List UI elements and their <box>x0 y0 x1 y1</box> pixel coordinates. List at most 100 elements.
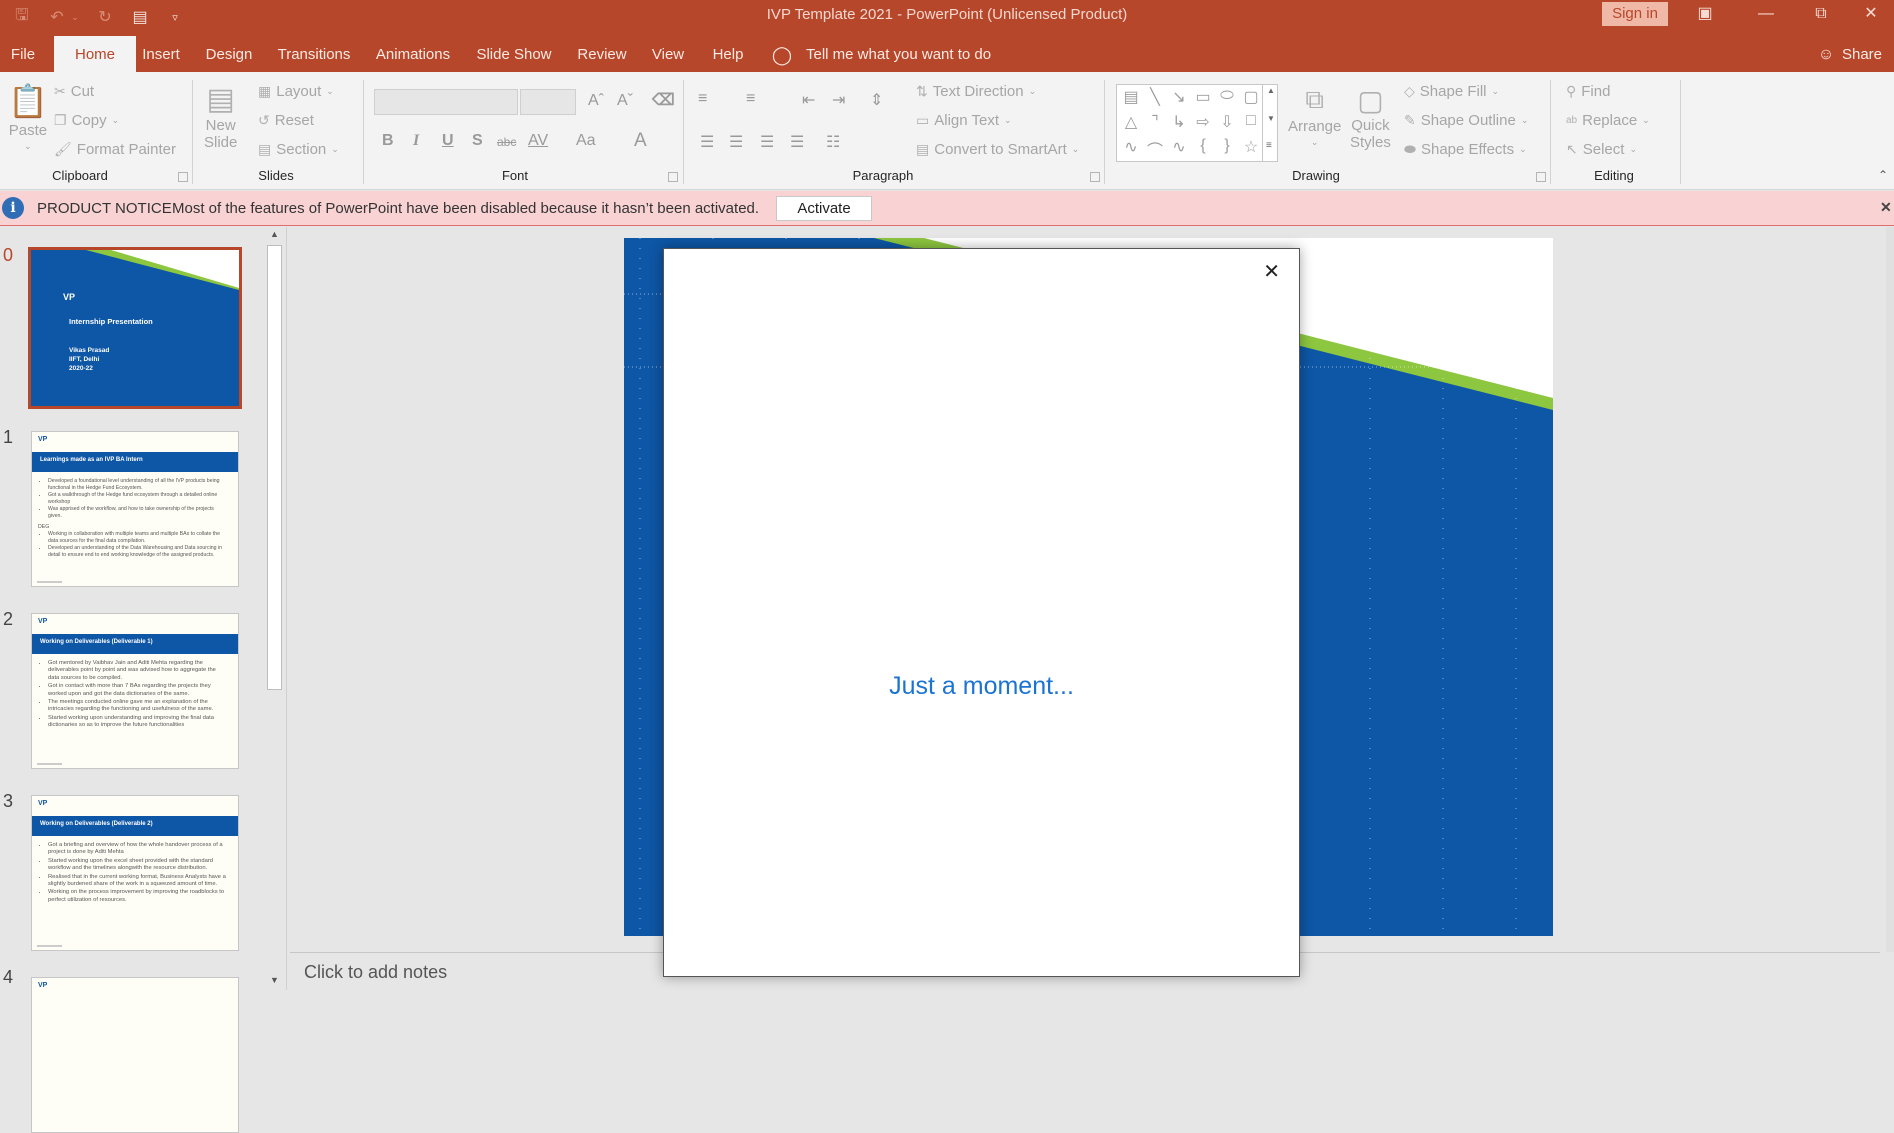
cut-button[interactable]: ✂ Cut <box>54 83 94 100</box>
numbering-icon[interactable]: ≡ <box>746 90 755 108</box>
paste-button[interactable]: 📋 Paste ⌄ <box>8 82 48 152</box>
format-painter-button[interactable]: 🖌 Format Painter <box>54 141 176 158</box>
rectangle-shape-icon[interactable]: ▭ <box>1191 87 1215 107</box>
find-button[interactable]: ⚲ Find <box>1566 83 1610 100</box>
scroll-thumb[interactable] <box>267 245 282 690</box>
notes-placeholder[interactable]: Click to add notes <box>304 962 447 983</box>
elbow-connector-icon[interactable]: ⌝ <box>1143 112 1167 132</box>
text-direction-button[interactable]: ⇅ Text Direction ⌄ <box>916 83 1036 100</box>
arc-shape-icon[interactable]: ⌒ <box>1143 137 1167 161</box>
copy-button[interactable]: ❐ Copy ⌄ <box>54 112 119 129</box>
columns-icon[interactable]: ☷ <box>826 132 840 152</box>
shape-fill-button[interactable]: ◇ Shape Fill ⌄ <box>1404 83 1499 100</box>
change-case-button[interactable]: Aa <box>576 132 596 150</box>
restore-icon[interactable]: ⧉ <box>1798 0 1844 30</box>
grow-font-button[interactable]: Aˆ <box>588 92 604 110</box>
shapes-gallery[interactable]: ▤ ╲ ↘ ▭ ⬭ ▢ △ ⌝ ↳ ⇨ ⇩ □ ∿ ⌒ ∿ { } ☆ <box>1116 84 1278 162</box>
minimize-icon[interactable]: — <box>1743 0 1789 30</box>
paragraph-launcher-icon[interactable] <box>1090 172 1100 182</box>
shrink-font-button[interactable]: Aˇ <box>617 92 633 110</box>
italic-button[interactable]: I <box>413 132 419 150</box>
align-right-icon[interactable]: ☰ <box>760 132 774 152</box>
tab-animations[interactable]: Animations <box>368 36 458 72</box>
activate-button[interactable]: Activate <box>776 196 872 221</box>
drawing-launcher-icon[interactable] <box>1536 172 1546 182</box>
ribbon-display-options-icon[interactable]: ▣ <box>1682 0 1728 30</box>
slide-thumbnail-4[interactable]: VP <box>31 977 239 1133</box>
editor-scrollbar[interactable] <box>1886 227 1894 952</box>
slide-thumbnail-0[interactable]: VP Internship Presentation Vikas Prasad … <box>28 247 242 409</box>
font-name-combo[interactable] <box>374 89 518 115</box>
star-shape-icon[interactable]: ☆ <box>1239 137 1263 157</box>
curve-shape-icon[interactable]: ∿ <box>1167 137 1191 157</box>
tab-design[interactable]: Design <box>198 36 260 72</box>
rounded-rect-shape-icon[interactable]: ▢ <box>1239 87 1263 107</box>
text-shadow-button[interactable]: S <box>472 132 483 150</box>
close-window-icon[interactable]: ✕ <box>1848 0 1894 30</box>
collapse-ribbon-icon[interactable]: ⌃ <box>1878 168 1888 182</box>
tell-me-search[interactable]: Tell me what you want to do <box>806 36 1006 72</box>
sign-in-button[interactable]: Sign in <box>1602 2 1668 26</box>
quick-styles-button[interactable]: ▢ Quick Styles <box>1350 84 1391 151</box>
shape-outline-button[interactable]: ✎ Shape Outline ⌄ <box>1404 112 1528 129</box>
character-spacing-button[interactable]: AV <box>528 132 548 150</box>
tab-file[interactable]: File <box>0 36 46 72</box>
align-text-button[interactable]: ▭ Align Text ⌄ <box>916 112 1012 129</box>
slide-thumbnail-2[interactable]: VP Working on Deliverables (Deliverable … <box>31 613 239 769</box>
underline-button[interactable]: U <box>442 132 454 150</box>
oval-shape-icon[interactable]: ⬭ <box>1215 87 1239 105</box>
tab-help[interactable]: Help <box>704 36 752 72</box>
decrease-indent-icon[interactable]: ⇤ <box>802 90 815 110</box>
tab-review[interactable]: Review <box>568 36 636 72</box>
convert-smartart-button[interactable]: ▤ Convert to SmartArt ⌄ <box>916 141 1079 158</box>
shape-effects-button[interactable]: ⬬ Shape Effects ⌄ <box>1404 141 1527 158</box>
tab-home[interactable]: Home <box>54 36 136 72</box>
tab-transitions[interactable]: Transitions <box>270 36 358 72</box>
strikethrough-button[interactable]: abc <box>497 135 516 149</box>
close-dialog-icon[interactable]: ✕ <box>1263 259 1280 283</box>
tab-slide-show[interactable]: Slide Show <box>468 36 560 72</box>
down-arrow-shape-icon[interactable]: ⇩ <box>1215 112 1239 132</box>
arrow-line-shape-icon[interactable]: ↘ <box>1167 87 1191 107</box>
tab-insert[interactable]: Insert <box>136 36 186 72</box>
scroll-down-icon[interactable]: ▼ <box>270 975 279 985</box>
justify-icon[interactable]: ☰ <box>790 132 804 152</box>
font-launcher-icon[interactable] <box>668 172 678 182</box>
font-color-button[interactable]: A <box>634 130 647 152</box>
slide-thumbnail-3[interactable]: VP Working on Deliverables (Deliverable … <box>31 795 239 951</box>
new-slide-button[interactable]: ▤ New Slide <box>204 82 237 151</box>
freeform-shape-icon[interactable]: ∿ <box>1119 137 1143 157</box>
replace-button[interactable]: ab Replace ⌄ <box>1566 112 1650 129</box>
scroll-up-icon[interactable]: ▲ <box>270 229 279 239</box>
thumbnails-scrollbar[interactable]: ▲ ▼ <box>266 227 283 990</box>
align-left-icon[interactable]: ☰ <box>700 132 714 152</box>
right-arrow-shape-icon[interactable]: ⇨ <box>1191 112 1215 132</box>
right-brace-shape-icon[interactable]: } <box>1215 137 1239 155</box>
gallery-down-icon[interactable]: ▼ <box>1267 114 1275 123</box>
clear-formatting-icon[interactable]: ⌫ <box>652 90 675 110</box>
tab-view[interactable]: View <box>646 36 690 72</box>
textbox-shape-icon[interactable]: ▤ <box>1119 87 1143 107</box>
slide-thumbnail-1[interactable]: VP Learnings made as an IVP BA Intern De… <box>31 431 239 587</box>
select-button[interactable]: ↖ Select ⌄ <box>1566 141 1637 158</box>
align-center-icon[interactable]: ☰ <box>729 132 743 152</box>
bullets-icon[interactable]: ≡ <box>698 90 707 108</box>
share-button[interactable]: Share <box>1838 36 1886 72</box>
arrange-button[interactable]: ⧉ Arrange ⌄ <box>1288 84 1341 148</box>
gallery-up-icon[interactable]: ▲ <box>1267 86 1275 95</box>
elbow-arrow-icon[interactable]: ↳ <box>1167 112 1191 132</box>
clipboard-launcher-icon[interactable] <box>178 172 188 182</box>
font-size-combo[interactable] <box>520 89 576 115</box>
bold-button[interactable]: B <box>382 132 394 150</box>
triangle-shape-icon[interactable]: △ <box>1119 112 1143 132</box>
close-notice-icon[interactable]: ✕ <box>1880 199 1892 216</box>
left-brace-shape-icon[interactable]: { <box>1191 137 1215 155</box>
gallery-scroll[interactable]: ▲ ▼ ≡ <box>1262 84 1278 162</box>
line-shape-icon[interactable]: ╲ <box>1143 87 1167 107</box>
line-spacing-icon[interactable]: ⇕ <box>870 90 883 110</box>
reset-button[interactable]: ↺ Reset <box>258 112 314 129</box>
snip-rect-shape-icon[interactable]: □ <box>1239 112 1263 130</box>
layout-button[interactable]: ▦ Layout ⌄ <box>258 83 334 100</box>
increase-indent-icon[interactable]: ⇥ <box>832 90 845 110</box>
section-button[interactable]: ▤ Section ⌄ <box>258 141 339 158</box>
